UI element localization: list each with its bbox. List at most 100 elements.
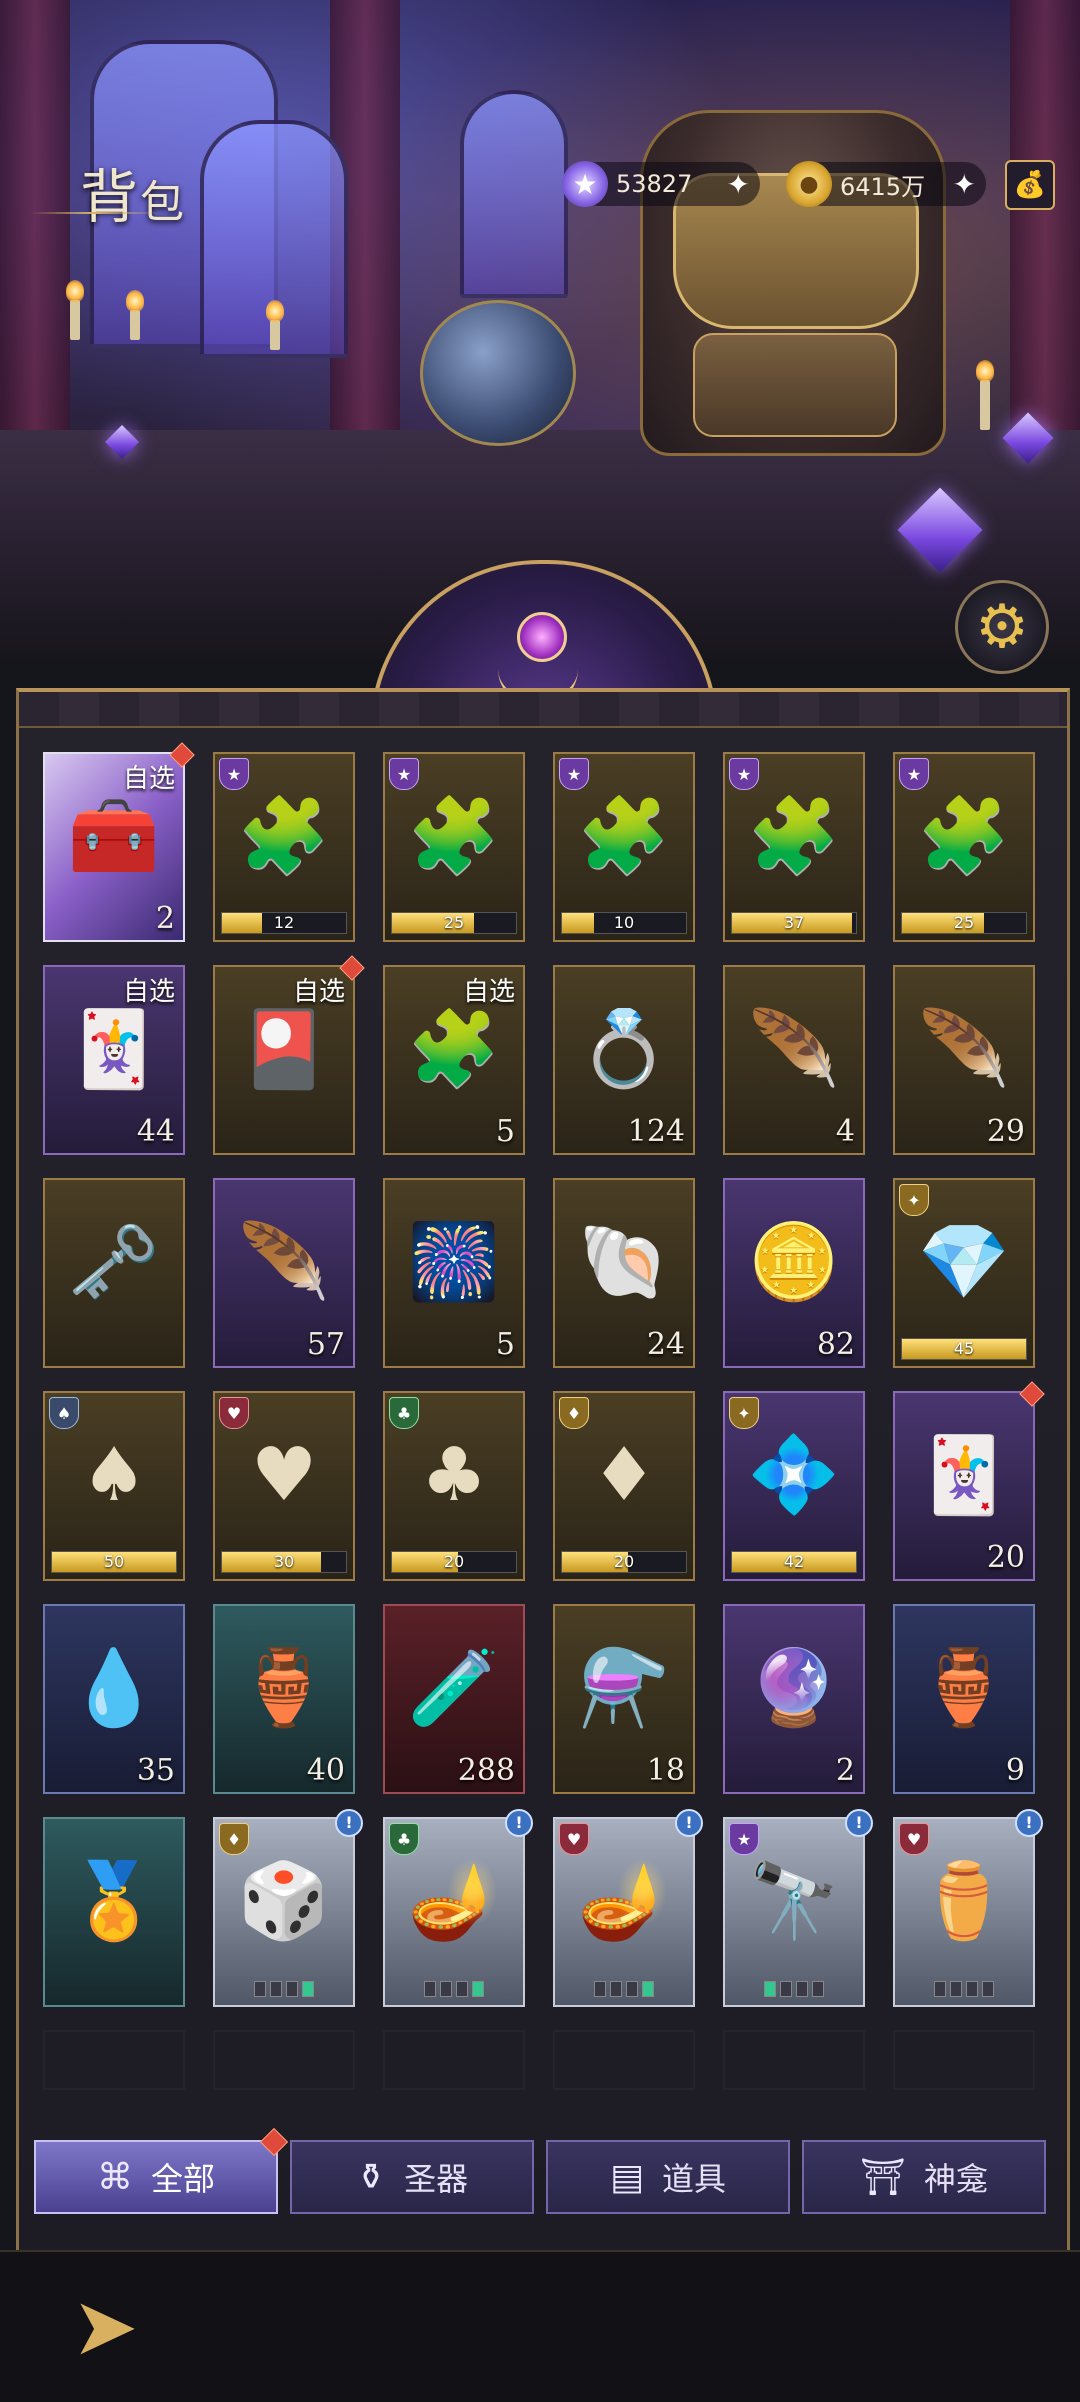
fragment-count: 30 xyxy=(273,1552,295,1571)
fragment-count: 25 xyxy=(953,913,975,932)
inventory-slot[interactable]: 💎 ✦ 45 xyxy=(893,1178,1035,1368)
level-pip xyxy=(764,1981,776,1997)
backpack-pocket xyxy=(693,333,897,437)
inventory-slot[interactable]: 🐚 24 xyxy=(553,1178,695,1368)
rarity-badge-icon: ♦ xyxy=(219,1823,249,1855)
tab-chalice[interactable]: ⚱ 圣器 xyxy=(290,2140,534,2214)
inventory-slot[interactable]: 🪶 4 xyxy=(723,965,865,1155)
item-count: 29 xyxy=(986,1114,1025,1149)
selectable-label: 自选 xyxy=(122,764,175,794)
inventory-slot[interactable]: 🏺 9 xyxy=(893,1604,1035,1794)
add-gems-icon[interactable]: ✦ xyxy=(727,168,750,201)
tab-label: 圣器 xyxy=(404,2160,469,2198)
inventory-slot[interactable]: 🪔 ♣! xyxy=(383,1809,533,2007)
fragment-count: 37 xyxy=(783,913,805,932)
tab-shrine[interactable]: ⛩ 神龛 xyxy=(802,2140,1046,2214)
level-pip xyxy=(254,1981,266,1997)
coin-counter[interactable]: ● 6415万 ✦ xyxy=(786,161,986,207)
inventory-slot[interactable]: 🗝️ xyxy=(43,1178,185,1368)
info-icon[interactable]: ! xyxy=(505,1809,533,1837)
tab-label: 全部 xyxy=(150,2160,215,2198)
inventory-slot[interactable]: 🎲 ♦! xyxy=(213,1809,363,2007)
title-sub: 包 xyxy=(140,177,187,228)
inventory-slot[interactable]: 🏺 40 xyxy=(213,1604,355,1794)
stained-glass-window xyxy=(460,90,568,298)
teapot-art xyxy=(420,300,576,446)
red-potion-icon: 🧪 xyxy=(407,1644,501,1731)
inventory-slot[interactable]: ⚱️ ♥! xyxy=(893,1809,1043,2007)
add-coins-icon[interactable]: ✦ xyxy=(953,168,976,201)
portrait-puzzle-icon: 🧩 xyxy=(747,792,841,879)
inventory-slot[interactable]: ♣ ♣ 20 xyxy=(383,1391,525,1581)
info-icon[interactable]: ! xyxy=(675,1809,703,1837)
gear-icon: ⚙ xyxy=(975,592,1029,662)
inventory-slot[interactable]: 🧩 自选 5 xyxy=(383,965,525,1155)
magic-orb-icon: 🔮 xyxy=(747,1644,841,1731)
gold-crystal-icon: 💎 xyxy=(917,1218,1011,1305)
level-pips xyxy=(385,1981,523,1997)
inventory-slot[interactable]: 🪙 82 xyxy=(723,1178,865,1368)
inventory-slot[interactable]: ♠ ♠ 50 xyxy=(43,1391,185,1581)
inventory-slot[interactable]: 🧩 ★ 37 xyxy=(723,752,865,942)
inventory-slot[interactable]: ⚗️ 18 xyxy=(553,1604,695,1794)
inventory-slot[interactable]: 🏅 xyxy=(43,1817,185,2007)
inventory-slot[interactable]: 💠 ✦ 42 xyxy=(723,1391,865,1581)
inventory-slot[interactable]: 💍 124 xyxy=(553,965,695,1155)
inventory-slot[interactable]: 🧩 ★ 10 xyxy=(553,752,695,942)
gold-puzzle-icon: 🧩 xyxy=(407,1005,501,1092)
tab-grid[interactable]: ⌘ 全部 xyxy=(34,2127,289,2214)
inventory-slot[interactable]: 🧰 自选 2 xyxy=(43,742,195,942)
inventory-panel: 🧰 自选 2 🧩 ★ 12 🧩 ★ 25 🧩 ★ 10 🧩 ★ 37 🧩 ★ 25 🃏 自选 44 🎴 自选 🧩 自选 5 💍 124… xyxy=(16,688,1070,2257)
item-count: 44 xyxy=(136,1114,175,1149)
inventory-slot[interactable]: 🎴 自选 xyxy=(213,955,365,1155)
gem-counter[interactable]: ★ 53827 ✦ xyxy=(562,161,760,207)
inventory-slot[interactable]: 🧪 288 xyxy=(383,1604,525,1794)
golden-lamp-icon: 🪔 xyxy=(577,1857,671,1944)
level-pip xyxy=(780,1981,792,1997)
level-pip xyxy=(626,1981,638,1997)
inventory-slot[interactable]: ♦ ♦ 20 xyxy=(553,1391,695,1581)
inventory-slot[interactable]: 💧 35 xyxy=(43,1604,185,1794)
rainbow-card-icon: 🎴 xyxy=(237,1005,331,1092)
money-bag-button[interactable]: 💰 xyxy=(1005,160,1055,210)
inventory-slot[interactable]: 🔮 2 xyxy=(723,1604,865,1794)
inventory-slot[interactable]: 🃏 20 xyxy=(893,1381,1045,1581)
settings-button[interactable]: ⚙ xyxy=(955,580,1049,674)
fragment-count: 10 xyxy=(613,913,635,932)
portrait-puzzle-icon: 🧩 xyxy=(917,792,1011,879)
tab-gold-bars[interactable]: ▤ 道具 xyxy=(546,2140,790,2214)
inventory-slot[interactable]: 🪶 57 xyxy=(213,1178,355,1368)
gold-bars-icon: ▤ xyxy=(609,2156,644,2198)
inventory-slot[interactable]: 🎆 5 xyxy=(383,1178,525,1368)
info-icon[interactable]: ! xyxy=(335,1809,363,1837)
rarity-badge-icon: ★ xyxy=(559,758,589,790)
fragment-progress-bar: 20 xyxy=(561,1551,687,1573)
inventory-slot[interactable]: 🔭 ★! xyxy=(723,1809,873,2007)
title-main: 背 xyxy=(80,163,141,231)
grid-icon: ⌘ xyxy=(96,2156,133,2198)
candle xyxy=(126,290,144,340)
fragment-progress-bar: 30 xyxy=(221,1551,347,1573)
inventory-slot[interactable]: 🧩 ★ 25 xyxy=(893,752,1035,942)
inventory-slot[interactable]: 🪔 ♥! xyxy=(553,1809,703,2007)
inventory-slot[interactable]: 🃏 自选 44 xyxy=(43,965,185,1155)
inventory-slot[interactable]: 🧩 ★ 25 xyxy=(383,752,525,942)
fragment-progress-bar: 10 xyxy=(561,912,687,934)
empty-slot xyxy=(383,2030,525,2090)
info-icon[interactable]: ! xyxy=(845,1809,873,1837)
level-pip xyxy=(440,1981,452,1997)
selectable-label: 自选 xyxy=(462,977,515,1007)
rarity-badge-icon: ♣ xyxy=(389,1823,419,1855)
gem-amount: 53827 xyxy=(616,170,693,198)
rarity-badge-icon: ★ xyxy=(729,758,759,790)
crystal-ring-icon: 💍 xyxy=(577,1005,671,1092)
level-pip xyxy=(812,1981,824,1997)
tab-label: 神龛 xyxy=(923,2160,988,2198)
info-icon[interactable]: ! xyxy=(1015,1809,1043,1837)
back-button[interactable]: ➤ xyxy=(50,2276,160,2376)
inventory-slot[interactable]: 🪶 29 xyxy=(893,965,1035,1155)
inventory-slot[interactable]: 🧩 ★ 12 xyxy=(213,752,355,942)
rarity-badge-icon: ★ xyxy=(899,758,929,790)
inventory-slot[interactable]: ♥ ♥ 30 xyxy=(213,1391,355,1581)
portrait-puzzle-icon: 🧩 xyxy=(237,792,331,879)
